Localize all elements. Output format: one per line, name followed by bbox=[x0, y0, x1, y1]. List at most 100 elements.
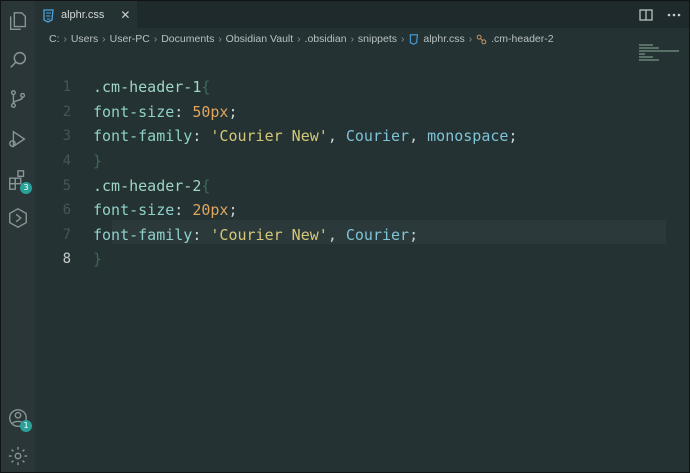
search-icon[interactable] bbox=[7, 49, 29, 71]
css-file-icon bbox=[41, 8, 55, 23]
breadcrumb-label: Obsidian Vault bbox=[225, 33, 294, 45]
code-token: 'Courier New' bbox=[210, 225, 328, 244]
code-line[interactable]: 3 font-family: 'Courier New', Courier, mo… bbox=[35, 124, 635, 149]
code-token: .cm-header-2 bbox=[93, 176, 202, 195]
tab-alphr-css[interactable]: alphr.css ✕ bbox=[35, 1, 137, 28]
breadcrumb-item[interactable]: Users bbox=[71, 33, 98, 45]
breadcrumb-item[interactable]: User-PC bbox=[110, 33, 150, 45]
code-text: .cm-header-1{ bbox=[93, 78, 210, 96]
code-token: , bbox=[409, 127, 428, 146]
code-token: font-family bbox=[93, 225, 193, 244]
symbol-selector-icon bbox=[476, 34, 487, 45]
more-actions-icon[interactable] bbox=[667, 7, 681, 26]
code-token: , bbox=[327, 225, 346, 244]
code-token: : bbox=[192, 225, 211, 244]
accounts-badge: 1 bbox=[20, 420, 32, 432]
code-line[interactable]: 5 .cm-header-2{ bbox=[35, 173, 635, 198]
extensions-icon[interactable]: 3 bbox=[7, 169, 32, 194]
code-text: font-family: 'Courier New', Courier; bbox=[93, 226, 418, 244]
close-icon[interactable]: ✕ bbox=[120, 8, 130, 22]
breadcrumb-label: User-PC bbox=[109, 33, 150, 45]
breadcrumb-separator: › bbox=[468, 33, 473, 45]
activity-bar: 3 1 bbox=[1, 1, 35, 472]
code-text: font-size: 50px; bbox=[93, 103, 238, 121]
breadcrumb-label: snippets bbox=[357, 33, 398, 45]
code-line[interactable]: 2 font-size: 50px; bbox=[35, 100, 635, 125]
remote-icon[interactable] bbox=[7, 207, 29, 229]
code-token: , bbox=[327, 127, 346, 146]
line-number: 3 bbox=[62, 128, 71, 145]
css-file-icon bbox=[408, 33, 419, 45]
code-token: { bbox=[201, 78, 211, 97]
breadcrumb-item[interactable]: snippets bbox=[358, 33, 397, 45]
tab-label: alphr.css bbox=[61, 8, 105, 21]
breadcrumb-separator: › bbox=[218, 33, 222, 45]
code-text: } bbox=[93, 250, 102, 268]
breadcrumb: C: › Users › User-PC › Documents › Obsidian Vaul… bbox=[49, 30, 554, 48]
breadcrumb-item[interactable]: .cm-header-2 bbox=[476, 33, 554, 45]
code-token: } bbox=[93, 250, 103, 269]
code-token: Courier bbox=[345, 127, 410, 146]
line-number: 6 bbox=[62, 202, 71, 219]
code-text: .cm-header-2{ bbox=[93, 177, 210, 195]
breadcrumb-item[interactable]: Documents bbox=[161, 33, 214, 45]
code-token: ; bbox=[508, 127, 518, 146]
code-token: ; bbox=[228, 201, 238, 220]
code-line[interactable]: 1 .cm-header-1{ bbox=[35, 75, 635, 100]
code-text: } bbox=[93, 152, 102, 170]
code-token: { bbox=[201, 176, 211, 195]
code-token: : bbox=[174, 201, 193, 220]
breadcrumb-separator: › bbox=[350, 33, 354, 45]
settings-gear-icon[interactable] bbox=[7, 445, 29, 467]
code-token: Courier bbox=[345, 225, 410, 244]
line-number: 2 bbox=[62, 103, 71, 120]
code-token: font-size bbox=[93, 201, 175, 220]
code-text: font-family: 'Courier New', Courier, mon… bbox=[93, 127, 517, 145]
breadcrumb-label: alphr.css bbox=[423, 33, 465, 45]
code-token: : bbox=[192, 127, 211, 146]
split-editor-icon[interactable] bbox=[639, 7, 653, 26]
code-token: } bbox=[93, 152, 103, 171]
breadcrumb-separator: › bbox=[63, 33, 67, 45]
code-token: 'Courier New' bbox=[210, 127, 328, 146]
line-number: 4 bbox=[62, 153, 71, 170]
extensions-badge: 3 bbox=[20, 182, 32, 194]
code-token: font-family bbox=[93, 127, 193, 146]
breadcrumb-separator: › bbox=[153, 33, 158, 45]
code-line[interactable]: 4} bbox=[35, 149, 635, 174]
line-number: 7 bbox=[62, 226, 71, 243]
breadcrumb-label: Documents bbox=[161, 33, 215, 45]
run-debug-icon[interactable] bbox=[7, 128, 29, 150]
code-token: font-size bbox=[93, 102, 175, 121]
breadcrumb-label: Users bbox=[70, 33, 99, 45]
breadcrumb-separator: › bbox=[102, 33, 106, 45]
code-token: ; bbox=[228, 102, 238, 121]
line-number: 5 bbox=[62, 177, 71, 194]
code-token: 20px bbox=[192, 201, 229, 220]
tab-bar: alphr.css ✕ bbox=[35, 1, 689, 28]
breadcrumb-item[interactable]: C: bbox=[49, 33, 60, 45]
code-line[interactable]: 8} bbox=[35, 247, 635, 272]
source-control-icon[interactable] bbox=[7, 88, 29, 110]
breadcrumb-separator: › bbox=[297, 33, 301, 45]
breadcrumb-item[interactable]: .obsidian bbox=[305, 33, 347, 45]
breadcrumb-label: C: bbox=[49, 33, 60, 45]
editor-actions bbox=[639, 7, 681, 26]
accounts-icon[interactable]: 1 bbox=[7, 407, 32, 432]
code-editor[interactable]: 1 .cm-header-1{2 font-size: 50px; 3 font-fam… bbox=[35, 50, 689, 471]
breadcrumb-separator: › bbox=[401, 33, 405, 45]
code-line[interactable]: 7 font-family: 'Courier New', Courier; bbox=[35, 223, 635, 248]
code-token: monospace bbox=[427, 127, 509, 146]
code-token: 50px bbox=[192, 102, 229, 121]
code-line[interactable]: 6 font-size: 20px; bbox=[35, 198, 635, 223]
breadcrumb-item[interactable]: alphr.css bbox=[408, 33, 465, 45]
code-text: font-size: 20px; bbox=[93, 201, 238, 219]
files-icon[interactable] bbox=[7, 10, 29, 32]
breadcrumb-label: .obsidian bbox=[304, 33, 347, 45]
line-number: 1 bbox=[62, 79, 71, 96]
line-number: 8 bbox=[62, 251, 71, 268]
breadcrumb-item[interactable]: Obsidian Vault bbox=[226, 33, 294, 45]
code-token: ; bbox=[409, 225, 419, 244]
code-token: : bbox=[174, 102, 193, 121]
code-token: .cm-header-1 bbox=[93, 78, 202, 97]
